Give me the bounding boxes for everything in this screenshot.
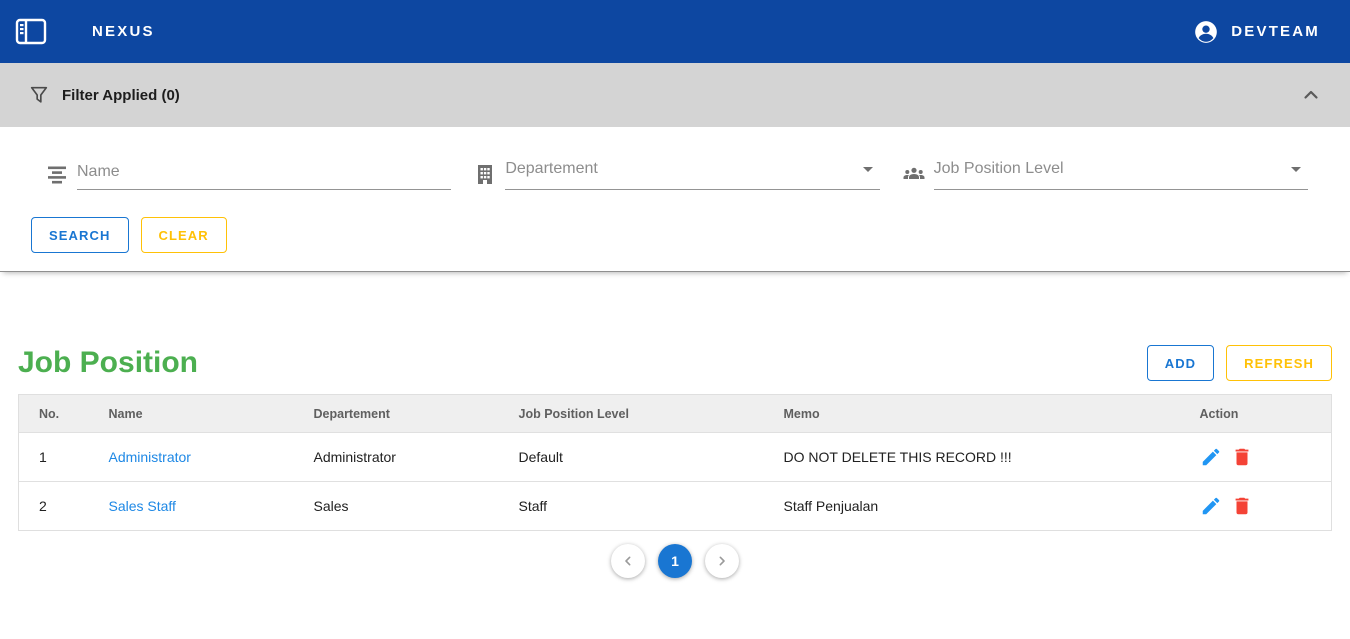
filter-applied-label: Filter Applied (0) [62,87,180,104]
chevron-right-icon [714,553,730,569]
filter-panel: Departement Job Position Level [0,127,1350,272]
sidebar-toggle-icon [15,18,47,45]
row-memo: Staff Penjualan [784,482,1200,531]
top-navbar: NEXUS DEVTEAM [0,0,1350,63]
chevron-left-icon [620,553,636,569]
job-position-level-select-placeholder: Job Position Level [934,160,1284,178]
job-position-table: No. Name Departement Job Position Level … [18,394,1332,531]
row-departement: Sales [314,482,519,531]
pagination-page-1[interactable]: 1 [658,544,692,578]
name-filter-field [45,151,451,190]
departement-filter-field: Departement [473,151,879,190]
groups-icon [902,162,926,186]
user-name[interactable]: DEVTEAM [1231,23,1320,40]
dropdown-caret-icon [856,157,880,181]
search-button[interactable]: SEARCH [31,217,129,253]
main-content: Job Position ADD REFRESH No. Name Depart… [0,272,1350,578]
column-header-no: No. [19,395,109,433]
clear-button[interactable]: CLEAR [141,217,227,253]
column-header-memo: Memo [784,395,1200,433]
align-center-icon [45,162,69,186]
table-header-row: No. Name Departement Job Position Level … [19,395,1332,433]
departement-select-placeholder: Departement [505,160,855,178]
job-position-level-select[interactable]: Job Position Level [934,151,1308,190]
row-number: 1 [19,433,109,482]
column-header-departement: Departement [314,395,519,433]
account-circle-icon[interactable] [1193,19,1219,45]
edit-pencil-icon[interactable] [1200,446,1222,468]
job-position-level-filter-field: Job Position Level [902,151,1308,190]
delete-trash-icon[interactable] [1231,446,1253,468]
row-name-link[interactable]: Sales Staff [109,498,176,514]
row-level: Default [519,433,784,482]
dropdown-caret-icon [1284,157,1308,181]
filter-header-bar[interactable]: Filter Applied (0) [0,63,1350,127]
row-departement: Administrator [314,433,519,482]
page-title: Job Position [18,346,198,380]
row-number: 2 [19,482,109,531]
table-row: 1 Administrator Administrator Default DO… [19,433,1332,482]
filter-funnel-icon [28,84,50,106]
building-icon [473,162,497,186]
sidebar-toggle-button[interactable] [14,17,48,47]
departement-select[interactable]: Departement [505,151,879,190]
column-header-name: Name [109,395,314,433]
refresh-button[interactable]: REFRESH [1226,345,1332,381]
row-name-link[interactable]: Administrator [109,449,191,465]
app-brand: NEXUS [92,23,155,40]
row-memo: DO NOT DELETE THIS RECORD !!! [784,433,1200,482]
table-row: 2 Sales Staff Sales Staff Staff Penjuala… [19,482,1332,531]
pagination: 1 [18,544,1332,578]
edit-pencil-icon[interactable] [1200,495,1222,517]
name-filter-input[interactable] [77,163,451,181]
pagination-next-button[interactable] [705,544,739,578]
row-level: Staff [519,482,784,531]
add-button[interactable]: ADD [1147,345,1214,381]
column-header-job-position-level: Job Position Level [519,395,784,433]
pagination-prev-button[interactable] [611,544,645,578]
column-header-action: Action [1200,395,1332,433]
delete-trash-icon[interactable] [1231,495,1253,517]
chevron-up-icon[interactable] [1299,83,1323,107]
